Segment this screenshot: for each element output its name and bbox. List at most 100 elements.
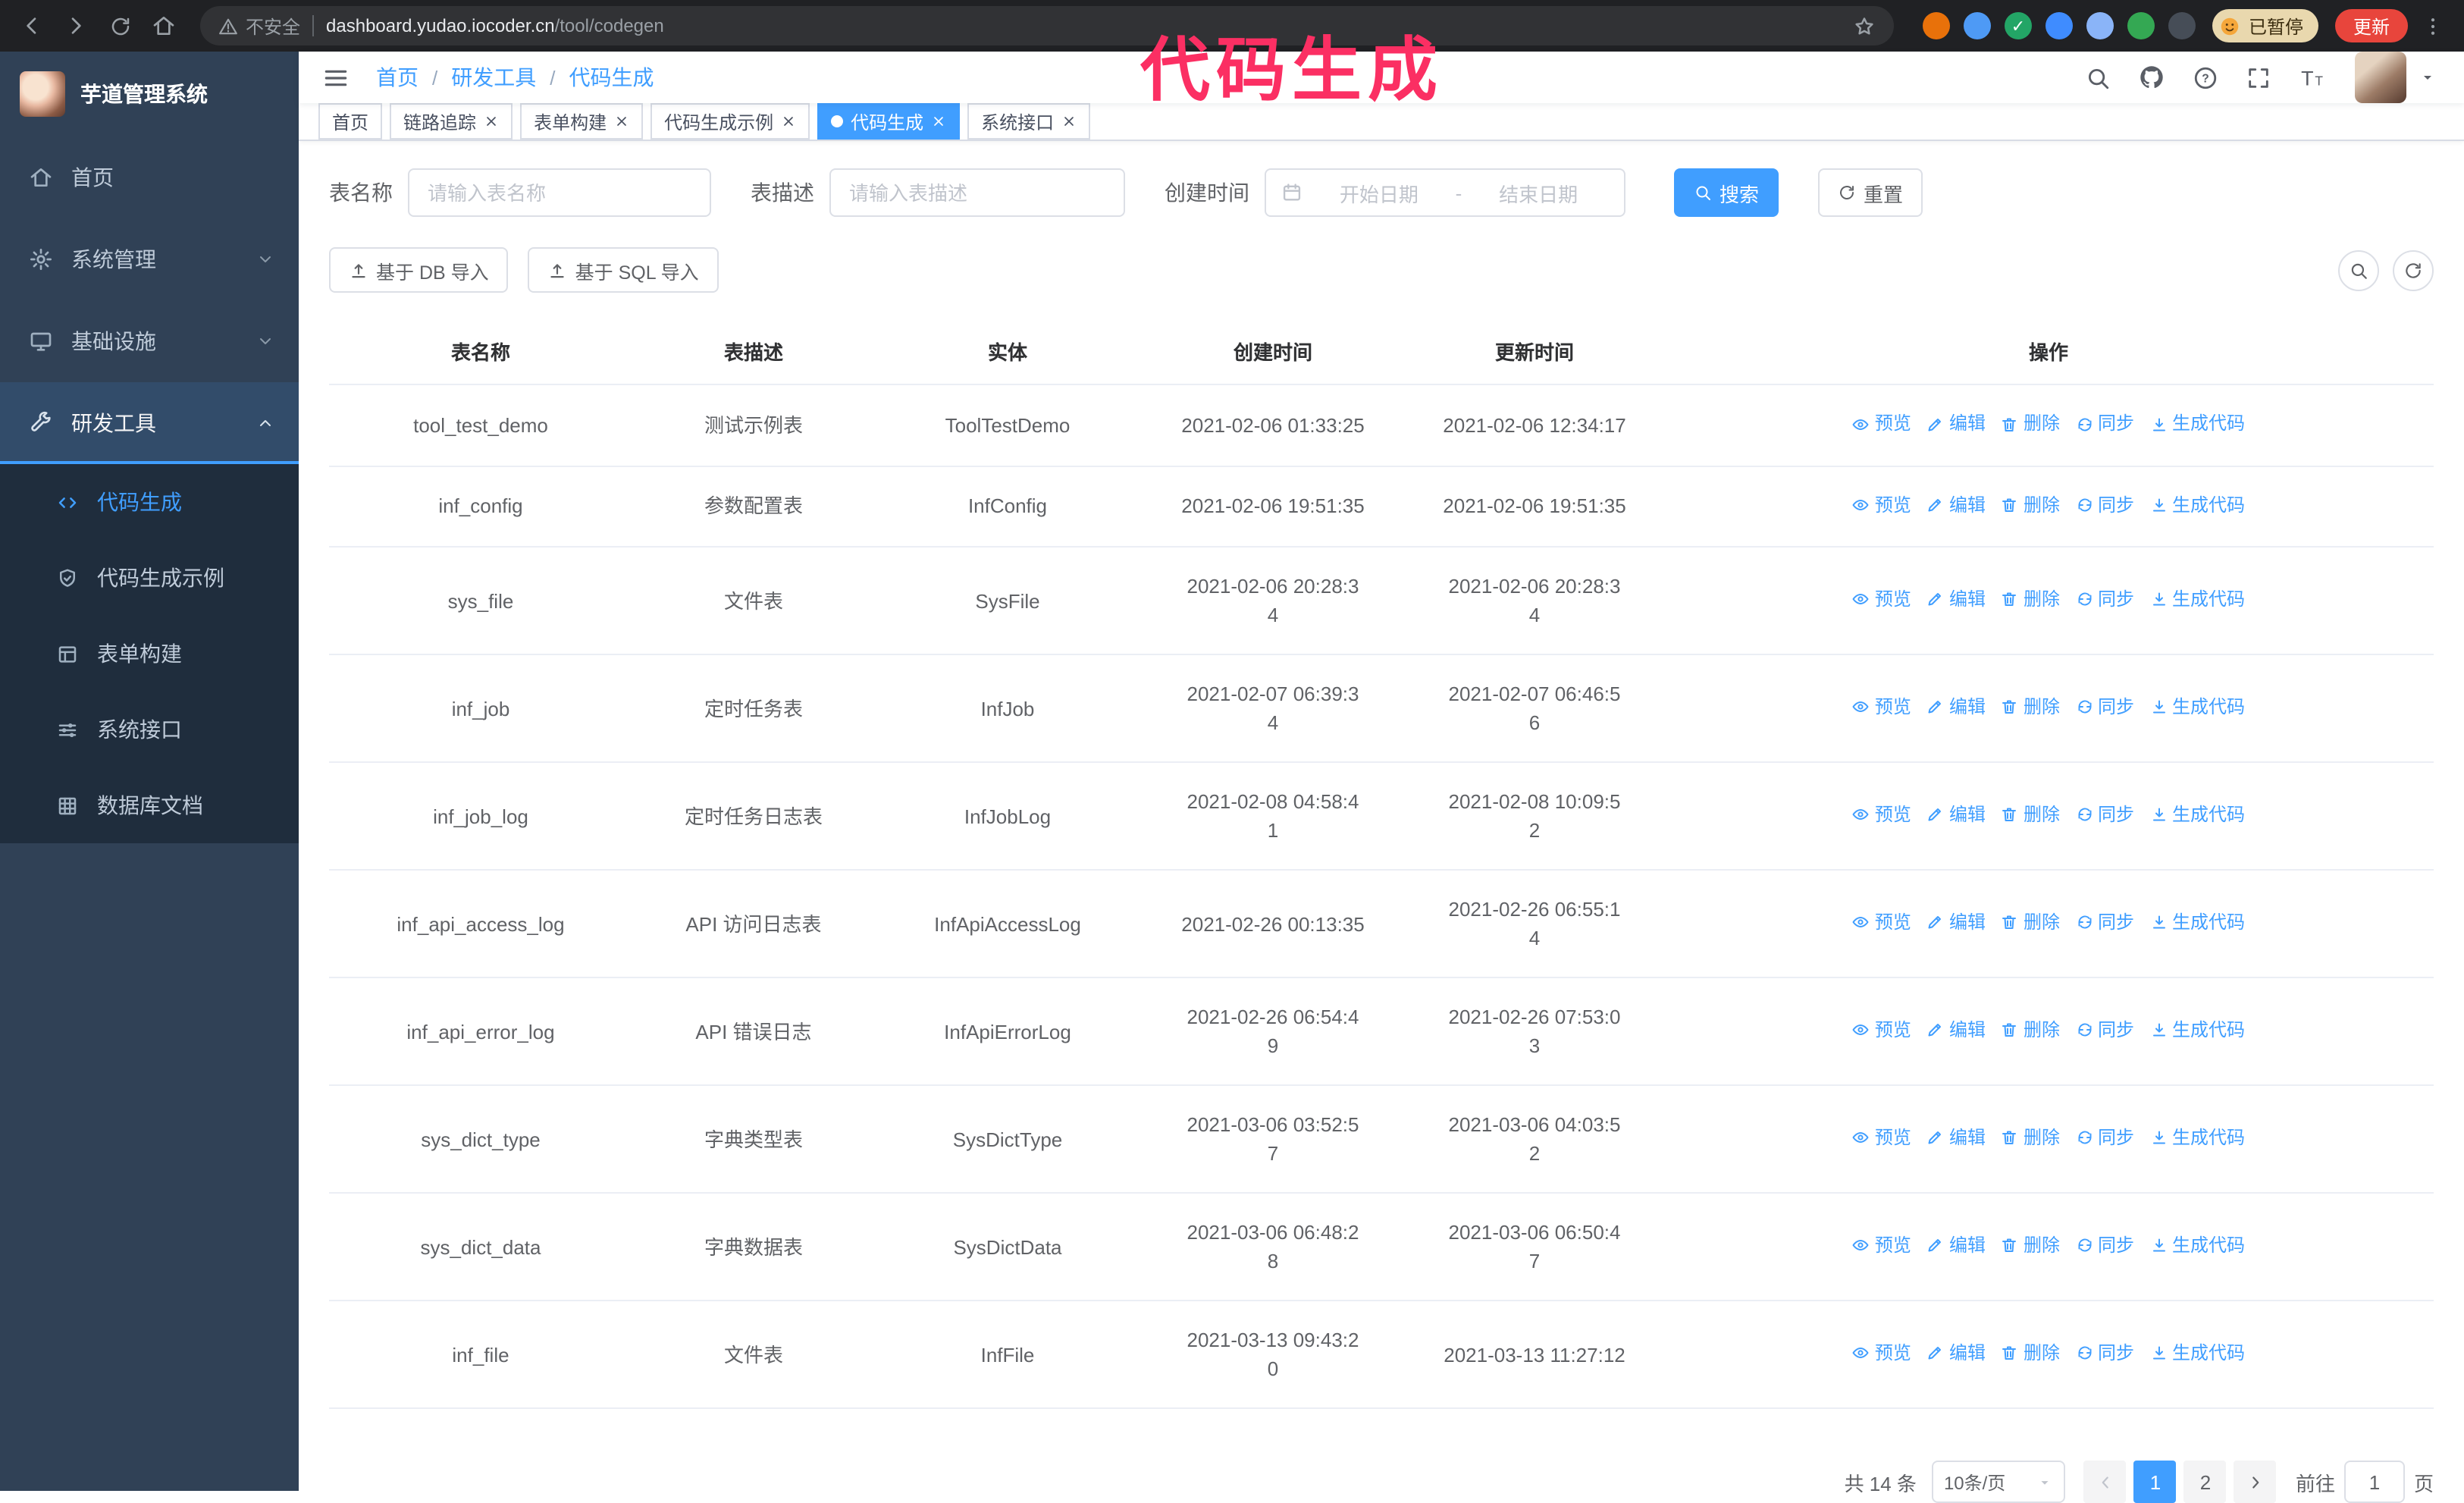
tag-0[interactable]: 首页 bbox=[318, 103, 383, 140]
sidebar-item-infra[interactable]: 基础设施 bbox=[0, 300, 299, 382]
extension-icon-7[interactable] bbox=[2168, 12, 2196, 39]
action-sync[interactable]: 同步 bbox=[2075, 1016, 2134, 1045]
browser-back-icon[interactable] bbox=[12, 6, 52, 45]
action-preview[interactable]: 预览 bbox=[1852, 1124, 1911, 1153]
browser-home-icon[interactable] bbox=[144, 6, 183, 45]
tag-4[interactable]: 代码生成 bbox=[817, 103, 961, 140]
help-icon[interactable]: ? bbox=[2193, 64, 2218, 90]
close-icon[interactable] bbox=[931, 114, 946, 129]
action-edit[interactable]: 编辑 bbox=[1926, 1339, 1986, 1368]
action-generate[interactable]: 生成代码 bbox=[2149, 693, 2245, 722]
action-preview[interactable]: 预览 bbox=[1852, 1339, 1911, 1368]
action-preview[interactable]: 预览 bbox=[1852, 1232, 1911, 1260]
page-button-1[interactable]: 1 bbox=[2133, 1461, 2177, 1503]
sidebar-item-db-doc[interactable]: 数据库文档 bbox=[0, 767, 299, 843]
page-button-2[interactable]: 2 bbox=[2183, 1461, 2227, 1503]
refresh-table-button[interactable] bbox=[2393, 249, 2434, 290]
breadcrumb-item[interactable]: 研发工具 bbox=[451, 62, 536, 93]
action-edit[interactable]: 编辑 bbox=[1926, 693, 1986, 722]
breadcrumb-item[interactable]: 首页 bbox=[376, 62, 419, 93]
action-edit[interactable]: 编辑 bbox=[1926, 409, 1986, 438]
hamburger-icon[interactable] bbox=[321, 63, 350, 92]
close-icon[interactable] bbox=[484, 114, 499, 129]
action-sync[interactable]: 同步 bbox=[2075, 1339, 2134, 1368]
search-button[interactable]: 搜索 bbox=[1674, 168, 1779, 217]
extension-icon-6[interactable] bbox=[2127, 12, 2155, 39]
action-delete[interactable]: 删除 bbox=[2001, 908, 2060, 937]
action-generate[interactable]: 生成代码 bbox=[2149, 1339, 2245, 1368]
action-generate[interactable]: 生成代码 bbox=[2149, 1232, 2245, 1260]
browser-forward-icon[interactable] bbox=[56, 6, 96, 45]
action-preview[interactable]: 预览 bbox=[1852, 491, 1911, 519]
action-preview[interactable]: 预览 bbox=[1852, 908, 1911, 937]
sidebar-item-api[interactable]: 系统接口 bbox=[0, 692, 299, 767]
action-sync[interactable]: 同步 bbox=[2075, 409, 2134, 438]
prev-page-button[interactable] bbox=[2083, 1461, 2127, 1503]
sidebar-item-form-builder[interactable]: 表单构建 bbox=[0, 616, 299, 692]
action-edit[interactable]: 编辑 bbox=[1926, 1232, 1986, 1260]
extension-icon-3[interactable]: ✓ bbox=[2004, 12, 2032, 39]
extension-icon-4[interactable] bbox=[2045, 12, 2073, 39]
extension-icon-5[interactable] bbox=[2086, 12, 2114, 39]
extension-icon-1[interactable] bbox=[1922, 12, 1950, 39]
browser-menu-icon[interactable] bbox=[2412, 6, 2452, 45]
action-edit[interactable]: 编辑 bbox=[1926, 585, 1986, 614]
tag-3[interactable]: 代码生成示例 bbox=[650, 103, 810, 140]
action-sync[interactable]: 同步 bbox=[2075, 693, 2134, 722]
github-icon[interactable] bbox=[2138, 64, 2165, 91]
user-avatar[interactable] bbox=[2355, 52, 2406, 103]
action-edit[interactable]: 编辑 bbox=[1926, 801, 1986, 830]
action-preview[interactable]: 预览 bbox=[1852, 1016, 1911, 1045]
sidebar-item-codegen[interactable]: 代码生成 bbox=[0, 464, 299, 540]
browser-reload-icon[interactable] bbox=[100, 6, 140, 45]
action-generate[interactable]: 生成代码 bbox=[2149, 801, 2245, 830]
goto-page-input[interactable] bbox=[2343, 1461, 2405, 1503]
action-generate[interactable]: 生成代码 bbox=[2149, 491, 2245, 519]
action-delete[interactable]: 删除 bbox=[2001, 1016, 2060, 1045]
table-desc-input[interactable] bbox=[829, 168, 1125, 217]
action-preview[interactable]: 预览 bbox=[1852, 801, 1911, 830]
create-time-range-picker[interactable]: 开始日期 - 结束日期 bbox=[1265, 168, 1625, 217]
close-icon[interactable] bbox=[614, 114, 629, 129]
action-delete[interactable]: 删除 bbox=[2001, 409, 2060, 438]
action-delete[interactable]: 删除 bbox=[2001, 1124, 2060, 1153]
bookmark-star-icon[interactable] bbox=[1853, 14, 1876, 37]
import-db-button[interactable]: 基于 DB 导入 bbox=[329, 247, 509, 293]
next-page-button[interactable] bbox=[2234, 1461, 2277, 1503]
browser-update-button[interactable]: 更新 bbox=[2334, 9, 2408, 42]
action-delete[interactable]: 删除 bbox=[2001, 1232, 2060, 1260]
action-delete[interactable]: 删除 bbox=[2001, 491, 2060, 519]
tag-2[interactable]: 表单构建 bbox=[520, 103, 644, 140]
chevron-down-icon[interactable] bbox=[2419, 68, 2437, 86]
page-size-select[interactable]: 10条/页 bbox=[1931, 1461, 2065, 1503]
action-preview[interactable]: 预览 bbox=[1852, 693, 1911, 722]
action-sync[interactable]: 同步 bbox=[2075, 491, 2134, 519]
tag-5[interactable]: 系统接口 bbox=[967, 103, 1091, 140]
sidebar-item-system[interactable]: 系统管理 bbox=[0, 218, 299, 300]
action-delete[interactable]: 删除 bbox=[2001, 693, 2060, 722]
sidebar-item-codegen-example[interactable]: 代码生成示例 bbox=[0, 540, 299, 616]
font-size-icon[interactable]: TT bbox=[2299, 63, 2328, 92]
sidebar-item-devtools[interactable]: 研发工具 bbox=[0, 382, 299, 464]
action-generate[interactable]: 生成代码 bbox=[2149, 1016, 2245, 1045]
close-icon[interactable] bbox=[1061, 114, 1077, 129]
paused-badge[interactable]: 已暂停 bbox=[2212, 9, 2318, 42]
action-sync[interactable]: 同步 bbox=[2075, 1124, 2134, 1153]
tag-1[interactable]: 链路追踪 bbox=[390, 103, 513, 140]
action-sync[interactable]: 同步 bbox=[2075, 801, 2134, 830]
action-preview[interactable]: 预览 bbox=[1852, 409, 1911, 438]
sidebar-item-home[interactable]: 首页 bbox=[0, 136, 299, 218]
table-name-input[interactable] bbox=[408, 168, 711, 217]
action-edit[interactable]: 编辑 bbox=[1926, 1124, 1986, 1153]
action-delete[interactable]: 删除 bbox=[2001, 585, 2060, 614]
fullscreen-icon[interactable] bbox=[2246, 64, 2271, 90]
action-edit[interactable]: 编辑 bbox=[1926, 491, 1986, 519]
action-delete[interactable]: 删除 bbox=[2001, 801, 2060, 830]
action-generate[interactable]: 生成代码 bbox=[2149, 908, 2245, 937]
action-delete[interactable]: 删除 bbox=[2001, 1339, 2060, 1368]
action-generate[interactable]: 生成代码 bbox=[2149, 409, 2245, 438]
action-preview[interactable]: 预览 bbox=[1852, 585, 1911, 614]
address-bar[interactable]: 不安全 dashboard.yudao.iocoder.cn/tool/code… bbox=[200, 6, 1894, 45]
reset-button[interactable]: 重置 bbox=[1818, 168, 1923, 217]
import-sql-button[interactable]: 基于 SQL 导入 bbox=[528, 247, 719, 293]
